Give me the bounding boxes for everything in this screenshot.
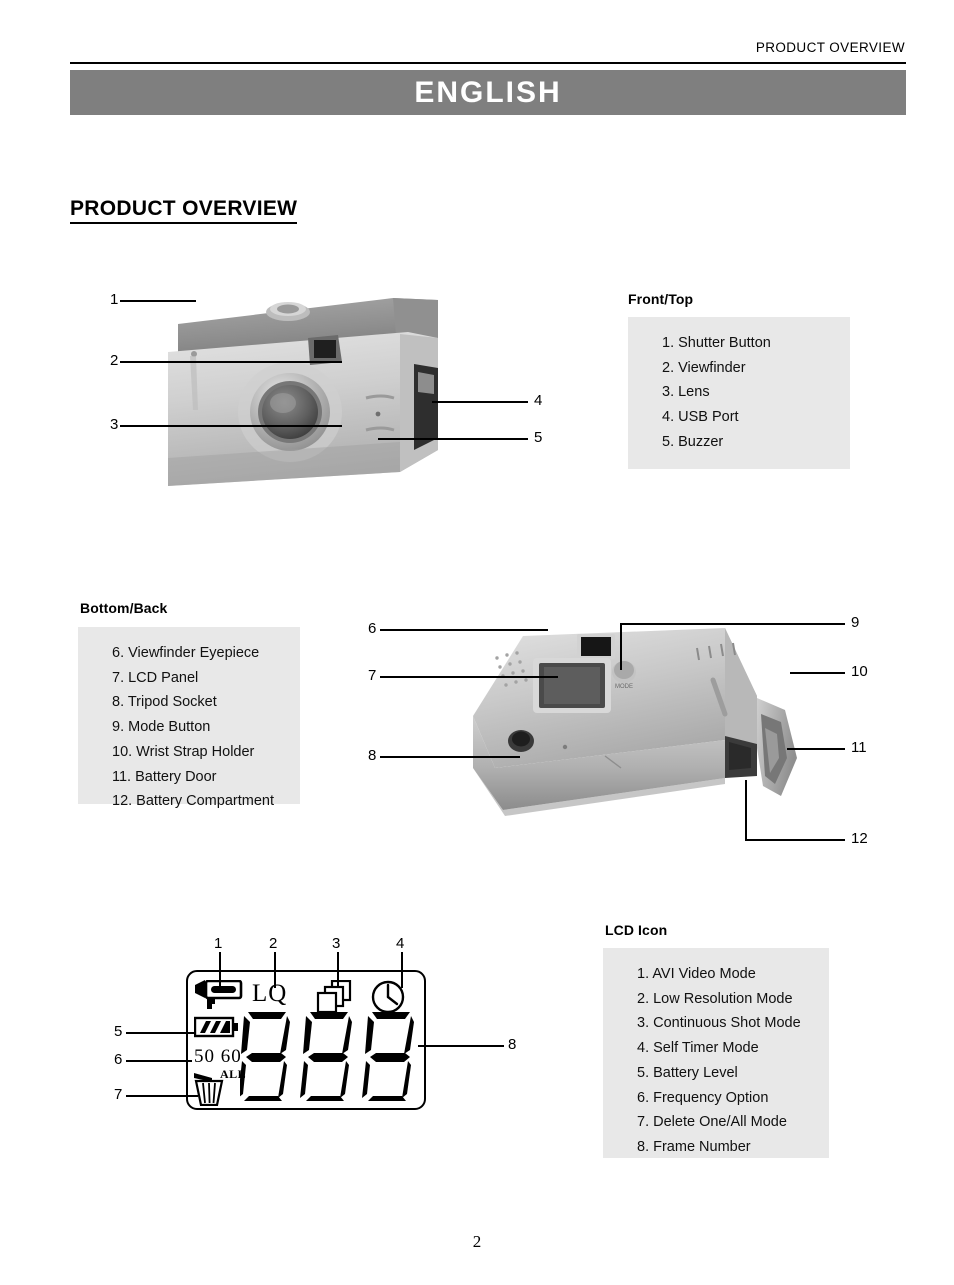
lcd-callout-2: 2 (269, 935, 278, 952)
list-item: 6. Viewfinder Eyepiece (112, 645, 260, 661)
leader-line-7 (380, 676, 558, 678)
callout-3: 3 (110, 416, 119, 433)
list-item: 2. Low Resolution Mode (637, 990, 793, 1007)
lcd-callout-6: 6 (114, 1051, 123, 1068)
self-timer-clock-icon (371, 980, 405, 1014)
callout-10: 10 (851, 663, 868, 680)
callout-11: 11 (851, 739, 867, 756)
list-item: 12. Battery Compartment (112, 793, 274, 810)
lcd-callout-1: 1 (214, 935, 223, 952)
leader-line-5 (378, 438, 528, 440)
list-item: 3. Continuous Shot Mode (637, 1015, 801, 1032)
lcd-leader-8 (418, 1045, 504, 1047)
camera-back-photo: MODE (425, 618, 835, 833)
battery-level-icon (194, 1016, 238, 1038)
leader-line-9 (620, 623, 845, 625)
callout-2: 2 (110, 352, 119, 369)
page-title: PRODUCT OVERVIEW (70, 197, 298, 224)
list-item: 6. Frequency Option (637, 1089, 769, 1106)
callout-4: 4 (534, 392, 543, 409)
lcd-callout-7: 7 (114, 1086, 123, 1103)
frame-number-display (240, 1012, 414, 1101)
list-item: 11. Battery Door (112, 768, 217, 785)
lcd-leader-6 (126, 1060, 192, 1062)
leader-line-11 (787, 748, 845, 750)
front-top-listbox: 1. Shutter Button 2. Viewfinder 3. Lens … (628, 317, 850, 469)
list-item: 10. Wrist Strap Holder (112, 743, 255, 760)
callout-9: 9 (851, 614, 860, 631)
list-item: 4. Self Timer Mode (637, 1040, 759, 1057)
leader-line-6 (380, 629, 548, 631)
leader-line-4 (432, 401, 528, 403)
list-item: 1. Shutter Button (662, 335, 771, 351)
list-item: 1. AVI Video Mode (637, 966, 756, 982)
page-number: 2 (472, 1232, 482, 1251)
document-page: PRODUCT OVERVIEW ENGLISH PRODUCT OVERVIE… (0, 0, 954, 1285)
list-item: 4. USB Port (662, 409, 739, 426)
language-banner: ENGLISH (70, 70, 906, 115)
stacked-frames-icon (316, 980, 352, 1014)
leader-line-10 (790, 672, 845, 674)
lcd-leader-2 (274, 952, 276, 988)
lcd-leader-4 (401, 952, 403, 988)
list-item: 2. Viewfinder (662, 359, 746, 376)
list-item: 5. Battery Level (637, 1064, 738, 1081)
svg-text:MODE: MODE (615, 684, 633, 690)
leader-line-12-rise (745, 780, 747, 839)
callout-1: 1 (110, 291, 119, 308)
list-item: 3. Lens (662, 384, 710, 401)
running-head: PRODUCT OVERVIEW (755, 40, 905, 55)
lcd-callout-3: 3 (332, 935, 341, 952)
leader-line-8 (380, 756, 520, 758)
bottom-back-listbox: 6. Viewfinder Eyepiece 7. LCD Panel 8. T… (78, 627, 300, 809)
callout-8: 8 (368, 747, 377, 764)
lcd-callout-8: 8 (508, 1036, 517, 1053)
list-item: 5. Buzzer (662, 433, 724, 450)
lcd-icon-heading: LCD Icon (605, 922, 668, 938)
header-rule (70, 62, 906, 64)
leader-line-2 (120, 361, 342, 363)
list-item: 7. LCD Panel (112, 669, 199, 686)
list-item: 8. Tripod Socket (112, 694, 217, 711)
lcd-display-diagram: LQ 50 60 ALL (186, 970, 426, 1110)
lcd-icon-listbox: 1. AVI Video Mode 2. Low Resolution Mode… (603, 948, 829, 1158)
frequency-label: 50 60 (194, 1046, 242, 1067)
trash-can-icon (194, 1073, 224, 1106)
callout-7: 7 (368, 667, 377, 684)
lcd-leader-7 (126, 1095, 198, 1097)
leader-line-3 (120, 425, 342, 427)
leader-line-9-drop (620, 623, 622, 670)
list-item: 8. Frame Number (637, 1138, 751, 1155)
lcd-leader-1 (219, 952, 221, 988)
low-resolution-label: LQ (252, 980, 288, 1007)
bottom-back-heading: Bottom/Back (80, 600, 168, 616)
callout-6: 6 (368, 620, 377, 637)
lcd-leader-3 (337, 952, 339, 988)
list-item: 7. Delete One/All Mode (637, 1114, 787, 1131)
lcd-leader-5 (126, 1032, 194, 1034)
list-item: 9. Mode Button (112, 719, 211, 736)
leader-line-1 (120, 300, 196, 302)
callout-5: 5 (534, 429, 543, 446)
lcd-callout-4: 4 (396, 935, 405, 952)
leader-line-12 (745, 839, 845, 841)
lcd-callout-5: 5 (114, 1023, 123, 1040)
callout-12: 12 (851, 830, 868, 847)
front-top-heading: Front/Top (628, 291, 694, 307)
